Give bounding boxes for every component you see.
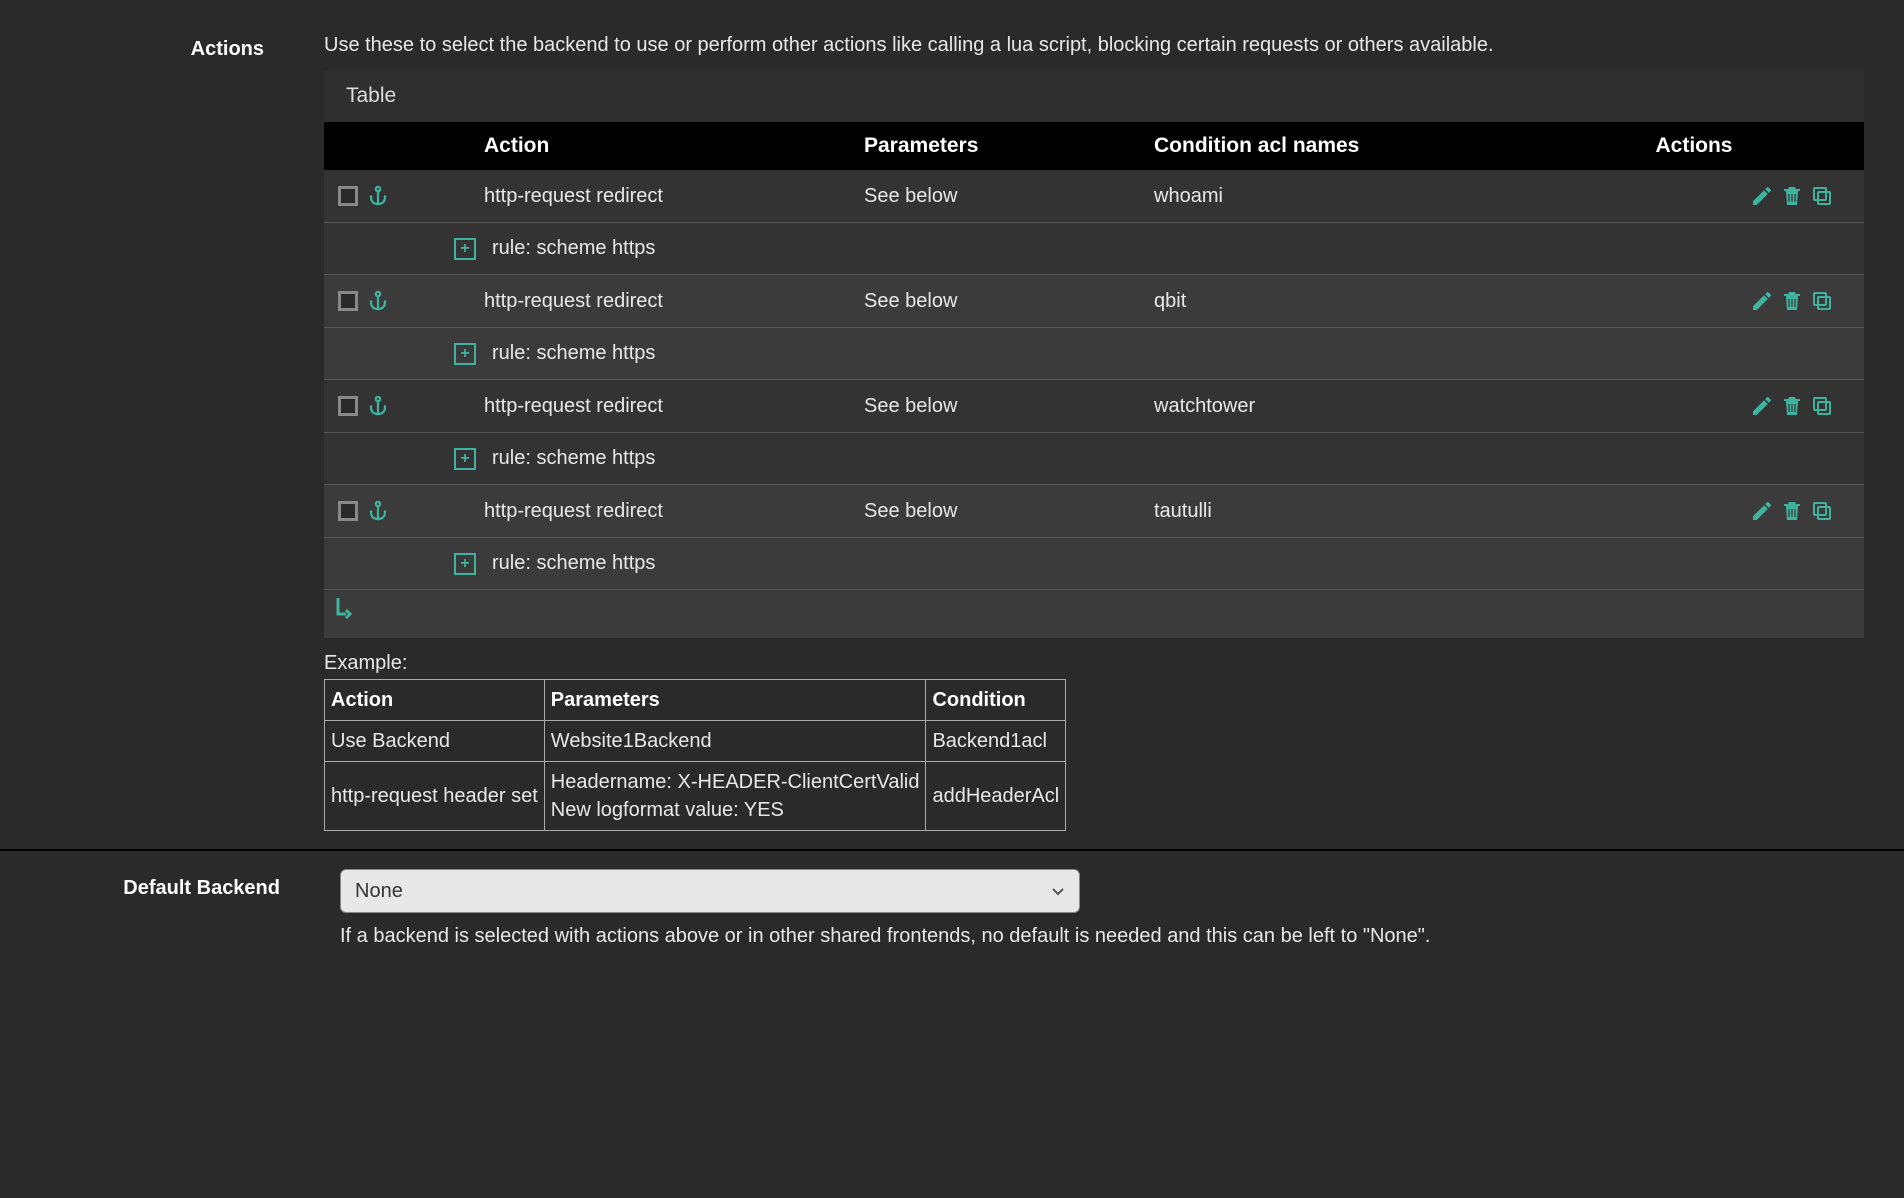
row-checkbox[interactable]	[338, 291, 358, 311]
table-subrow: + rule: scheme https	[324, 328, 1864, 380]
copy-icon[interactable]	[1810, 184, 1834, 208]
cell-action: http-request redirect	[444, 395, 864, 418]
add-row-icon[interactable]	[334, 596, 1854, 624]
table-row: http-request redirect See below tautulli	[324, 485, 1864, 538]
table-footer	[324, 590, 1864, 638]
table-title: Table	[324, 70, 1864, 122]
ex-cell-action: Use Backend	[325, 721, 545, 762]
delete-icon[interactable]	[1780, 499, 1804, 523]
copy-icon[interactable]	[1810, 499, 1834, 523]
expand-icon[interactable]: +	[454, 553, 476, 575]
ex-cell-condition: Backend1acl	[926, 721, 1066, 762]
cell-parameters: See below	[864, 395, 1154, 418]
th-action: Action	[444, 134, 864, 158]
cell-action: http-request redirect	[444, 500, 864, 523]
anchor-icon[interactable]	[366, 394, 390, 418]
expand-icon[interactable]: +	[454, 448, 476, 470]
actions-label: Actions	[0, 30, 324, 61]
ex-cell-parameters: Website1Backend	[544, 721, 926, 762]
cell-parameters: See below	[864, 185, 1154, 208]
row-checkbox[interactable]	[338, 501, 358, 521]
th-actions: Actions	[1554, 134, 1864, 158]
default-backend-select[interactable]: None	[340, 869, 1080, 913]
row-checkbox[interactable]	[338, 186, 358, 206]
cell-rule: rule: scheme https	[492, 447, 655, 470]
table-header: Action Parameters Condition acl names Ac…	[324, 122, 1864, 170]
delete-icon[interactable]	[1780, 394, 1804, 418]
cell-action: http-request redirect	[444, 290, 864, 313]
actions-description: Use these to select the backend to use o…	[324, 30, 1864, 60]
table-subrow: + rule: scheme https	[324, 538, 1864, 590]
edit-icon[interactable]	[1750, 499, 1774, 523]
section-divider	[0, 849, 1904, 851]
default-backend-label: Default Backend	[0, 869, 340, 900]
table-row: http-request redirect See below watchtow…	[324, 380, 1864, 433]
cell-parameters: See below	[864, 290, 1154, 313]
th-condition: Condition acl names	[1154, 134, 1554, 158]
row-checkbox[interactable]	[338, 396, 358, 416]
cell-rule: rule: scheme https	[492, 342, 655, 365]
cell-condition: whoami	[1154, 185, 1554, 208]
anchor-icon[interactable]	[366, 289, 390, 313]
cell-condition: tautulli	[1154, 500, 1554, 523]
expand-icon[interactable]: +	[454, 238, 476, 260]
ex-th-action: Action	[325, 680, 545, 721]
example-label: Example:	[324, 652, 1864, 675]
table-subrow: + rule: scheme https	[324, 433, 1864, 485]
cell-parameters: See below	[864, 500, 1154, 523]
cell-condition: qbit	[1154, 290, 1554, 313]
table-row: http-request redirect See below whoami	[324, 170, 1864, 223]
table-row: http-request redirect See below qbit	[324, 275, 1864, 328]
copy-icon[interactable]	[1810, 394, 1834, 418]
edit-icon[interactable]	[1750, 289, 1774, 313]
anchor-icon[interactable]	[366, 184, 390, 208]
edit-icon[interactable]	[1750, 394, 1774, 418]
ex-cell-condition: addHeaderAcl	[926, 762, 1066, 831]
anchor-icon[interactable]	[366, 499, 390, 523]
ex-cell-action: http-request header set	[325, 762, 545, 831]
th-parameters: Parameters	[864, 134, 1154, 158]
actions-table: Table Action Parameters Condition acl na…	[324, 70, 1864, 638]
cell-action: http-request redirect	[444, 185, 864, 208]
expand-icon[interactable]: +	[454, 343, 476, 365]
ex-th-parameters: Parameters	[544, 680, 926, 721]
example-table: Action Parameters Condition Use Backend …	[324, 679, 1066, 831]
edit-icon[interactable]	[1750, 184, 1774, 208]
delete-icon[interactable]	[1780, 184, 1804, 208]
ex-th-condition: Condition	[926, 680, 1066, 721]
cell-condition: watchtower	[1154, 395, 1554, 418]
copy-icon[interactable]	[1810, 289, 1834, 313]
delete-icon[interactable]	[1780, 289, 1804, 313]
table-subrow: + rule: scheme https	[324, 223, 1864, 275]
ex-cell-parameters: Headername: X-HEADER-ClientCertValid New…	[544, 762, 926, 831]
cell-rule: rule: scheme https	[492, 552, 655, 575]
default-backend-help: If a backend is selected with actions ab…	[340, 925, 1864, 948]
cell-rule: rule: scheme https	[492, 237, 655, 260]
